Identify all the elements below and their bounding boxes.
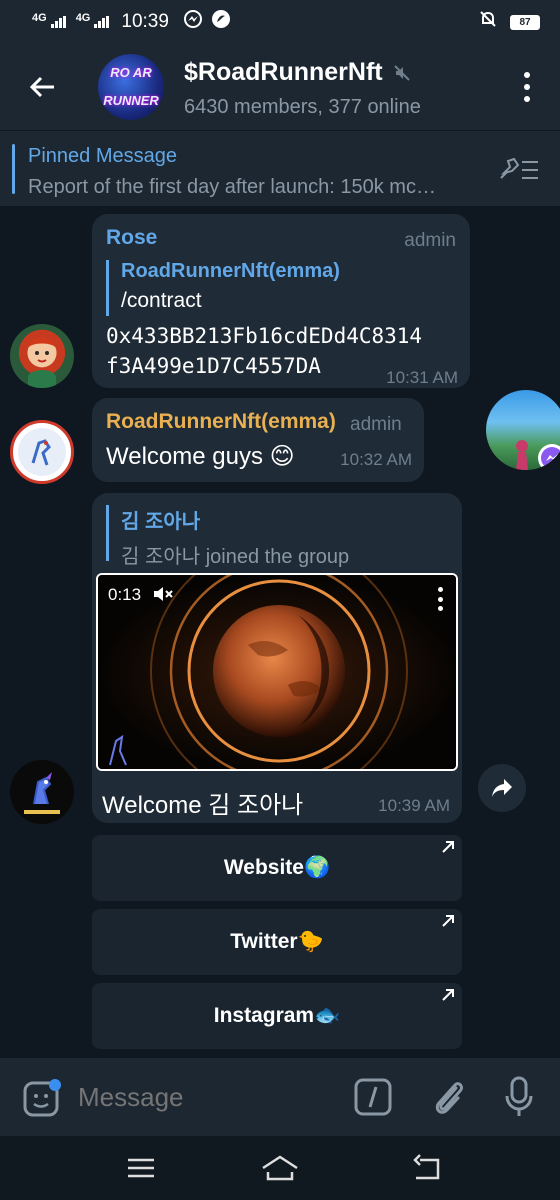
- quote-text: 김 조아나 joined the group: [121, 546, 350, 568]
- group-avatar[interactable]: RO AR RUNNER: [98, 54, 164, 120]
- back-nav-button[interactable]: [412, 1154, 442, 1182]
- quote-sender: RoadRunnerNft(emma): [121, 260, 340, 282]
- status-bar: 4G 4G 10:39 87: [0, 0, 560, 44]
- arrow-left-icon: [29, 76, 54, 98]
- quote-text: /contract: [121, 289, 202, 312]
- message-input[interactable]: [78, 1076, 338, 1118]
- clock: 10:39: [121, 11, 169, 32]
- external-link-icon: [442, 915, 454, 927]
- mars-video-thumbnail: [98, 575, 456, 769]
- chat-title-area[interactable]: $RoadRunnerNft: [184, 58, 411, 87]
- external-link-icon: [442, 989, 454, 1001]
- pinned-indicator: [12, 144, 15, 194]
- chat-title: $RoadRunnerNft: [184, 58, 383, 86]
- pinned-message-bar[interactable]: Pinned Message Report of the first day a…: [0, 130, 560, 206]
- quote-sender: 김 조아나: [121, 511, 201, 533]
- message-bubble-emma[interactable]: RoadRunnerNft(emma) admin Welcome guys 😊…: [92, 398, 424, 482]
- home-icon: [262, 1155, 298, 1181]
- reply-quote[interactable]: RoadRunnerNft(emma) /contract: [106, 260, 340, 316]
- inline-button-label: Twitter🐤: [230, 930, 324, 953]
- message-time: 10:39 AM: [378, 796, 450, 815]
- menu-lines-icon: [128, 1158, 154, 1178]
- messenger-notification-icon: [183, 9, 203, 35]
- avatar-text-bottom: RUNNER: [103, 93, 159, 108]
- system-nav-bar: [0, 1136, 560, 1200]
- message-input-bar: [0, 1058, 560, 1136]
- reply-quote[interactable]: 김 조아나 김 조아나 joined the group: [106, 505, 349, 568]
- message-time: 10:31 AM: [386, 368, 458, 387]
- sender-role: admin: [350, 414, 402, 435]
- message-text: Welcome 김 조아나: [102, 792, 304, 819]
- pinned-list-icon[interactable]: [498, 153, 542, 185]
- member-count: 6430 members, 377 online: [184, 96, 421, 118]
- external-link-icon: [442, 841, 454, 853]
- inline-button-twitter[interactable]: Twitter🐤: [92, 909, 462, 975]
- recent-apps-button[interactable]: [126, 1156, 156, 1180]
- inline-button-label: Instagram🐟: [213, 1004, 341, 1027]
- microphone-icon: [505, 1076, 533, 1116]
- messenger-chat-head[interactable]: [486, 390, 560, 470]
- message-list[interactable]: Rose admin RoadRunnerNft(emma) /contract…: [0, 206, 560, 1058]
- voice-record-button[interactable]: [502, 1074, 536, 1120]
- message-text-line2: f3A499e1D7C4557DA: [106, 354, 321, 378]
- bot-commands-button[interactable]: [354, 1078, 392, 1116]
- signal-icon: [50, 16, 66, 28]
- message-sender[interactable]: Rose: [106, 226, 157, 250]
- message-text-line1: 0x433BB213Fb16cdEDd4C8314: [106, 324, 423, 348]
- pinned-title: Pinned Message: [28, 145, 177, 167]
- kebab-menu-icon[interactable]: [522, 72, 532, 102]
- avatar-text-top: RO AR: [110, 65, 152, 80]
- video-menu-icon[interactable]: [438, 587, 444, 611]
- paperclip-icon: [435, 1082, 463, 1114]
- message-bubble-rose[interactable]: Rose admin RoadRunnerNft(emma) /contract…: [92, 214, 470, 388]
- avatar-roadrunner-bot[interactable]: [10, 760, 74, 824]
- slash-command-icon: [354, 1078, 392, 1116]
- video-duration: 0:13: [108, 585, 142, 604]
- back-button[interactable]: [26, 70, 60, 104]
- home-button[interactable]: [260, 1154, 300, 1182]
- muted-speaker-icon[interactable]: [152, 585, 174, 603]
- video-player[interactable]: 0:13: [96, 573, 458, 771]
- message-sender[interactable]: RoadRunnerNft(emma): [106, 410, 336, 434]
- pinned-text: Report of the first day after launch: 15…: [28, 176, 436, 198]
- sticker-emoji-icon: [23, 1079, 61, 1117]
- message-text: Welcome guys 😊: [106, 443, 295, 470]
- network-type-2: 4G: [75, 12, 91, 24]
- back-nav-icon: [413, 1154, 440, 1180]
- muted-speaker-icon: [393, 64, 410, 81]
- avatar-roadrunner-emma[interactable]: [10, 420, 74, 484]
- silent-bell-icon: [478, 9, 498, 35]
- sticker-button[interactable]: [22, 1078, 62, 1118]
- inline-button-website[interactable]: Website🌍: [92, 835, 462, 901]
- forward-arrow-icon: [492, 779, 512, 797]
- avatar-rose[interactable]: [10, 324, 74, 388]
- signal-icon-2: [94, 16, 110, 28]
- sender-role: admin: [404, 230, 456, 251]
- attach-button[interactable]: [428, 1076, 468, 1118]
- inline-button-label: Website🌍: [223, 856, 331, 879]
- chat-header: RO AR RUNNER $RoadRunnerNft 6430 members,…: [0, 44, 560, 130]
- inline-button-instagram[interactable]: Instagram🐟: [92, 983, 462, 1049]
- network-type-1: 4G: [32, 12, 47, 24]
- forward-button[interactable]: [478, 764, 526, 812]
- message-time: 10:32 AM: [340, 450, 412, 469]
- app-notification-icon: [211, 9, 231, 35]
- battery-icon: 87: [510, 14, 540, 30]
